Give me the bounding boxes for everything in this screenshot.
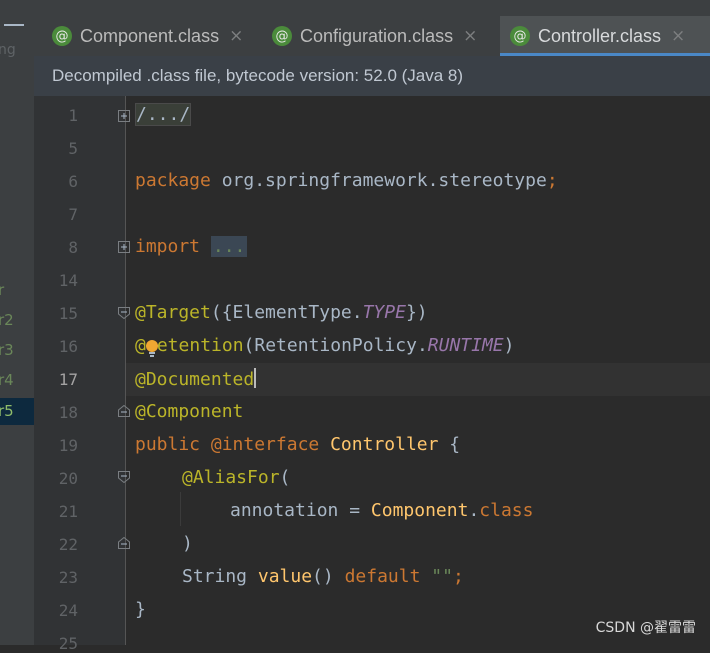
intention-bulb-icon[interactable] xyxy=(145,339,159,359)
folded-imports[interactable]: ... xyxy=(210,236,248,257)
code-text: ) xyxy=(182,533,193,554)
line-number: 19 xyxy=(58,436,78,455)
line-number: 15 xyxy=(58,304,78,323)
line-number: 20 xyxy=(58,469,78,488)
class-name: Component xyxy=(370,500,469,521)
code-line[interactable]: String value() default ""; xyxy=(182,566,464,587)
fold-expand-icon[interactable] xyxy=(118,110,130,122)
enum-constant: RUNTIME xyxy=(427,335,504,356)
code-line[interactable]: ) xyxy=(182,533,193,554)
project-tree-item[interactable]: r xyxy=(0,281,4,299)
line-number: 14 xyxy=(58,271,78,290)
code-line[interactable]: import ... xyxy=(135,236,248,257)
keyword: class xyxy=(479,500,534,521)
code-text: () xyxy=(312,566,345,587)
tab-label: Component.class xyxy=(80,25,220,46)
line-number: 16 xyxy=(58,337,78,356)
tab-label: Configuration.class xyxy=(300,25,454,46)
close-icon[interactable]: × xyxy=(463,26,477,46)
project-tree-item-selected[interactable]: r5 xyxy=(0,398,34,425)
fold-end-icon[interactable] xyxy=(118,405,130,417)
line-number: 23 xyxy=(58,568,78,587)
line-number: 22 xyxy=(58,535,78,554)
code-line[interactable]: annotation = Component.class xyxy=(230,500,533,521)
annotation-file-icon: @ xyxy=(510,26,530,46)
tab-component-class[interactable]: @ Component.class × xyxy=(40,16,270,56)
annotation: @AliasFor xyxy=(182,467,280,488)
tab-configuration-class[interactable]: @ Configuration.class × xyxy=(262,16,510,56)
project-tree-item[interactable]: r3 xyxy=(0,341,14,359)
watermark-text: CSDN @翟雷雷 xyxy=(595,620,696,636)
annotation: @Documented xyxy=(135,369,255,390)
project-panel: ng r r2 r3 r4 r5 xyxy=(0,0,34,645)
fold-start-icon[interactable] xyxy=(118,307,130,319)
tab-label: Controller.class xyxy=(538,25,662,46)
line-number: 6 xyxy=(68,172,78,191)
annotation: @Component xyxy=(135,401,244,422)
code-text: ({ElementType. xyxy=(210,302,363,323)
fold-start-icon[interactable] xyxy=(118,471,130,483)
fold-expand-icon[interactable] xyxy=(118,241,130,253)
line-number: 24 xyxy=(58,601,78,620)
text-caret xyxy=(254,368,257,388)
code-line[interactable]: @Component xyxy=(135,401,243,422)
code-text: annotation = xyxy=(230,500,371,521)
keyword: default xyxy=(344,566,421,587)
code-text: ) xyxy=(503,335,515,356)
code-text: ( xyxy=(279,467,291,488)
code-line-current[interactable]: @Documented xyxy=(135,368,257,390)
decompiled-notice-text: Decompiled .class file, bytecode version… xyxy=(52,66,464,85)
line-number-current: 17 xyxy=(58,370,78,389)
string-literal: "" xyxy=(431,566,453,587)
line-number: 1 xyxy=(68,106,78,125)
line-number: 18 xyxy=(58,403,78,422)
project-tree-item[interactable]: r2 xyxy=(0,311,14,329)
decompiled-notice-banner: Decompiled .class file, bytecode version… xyxy=(34,56,710,96)
close-icon[interactable]: × xyxy=(229,26,243,46)
project-panel-muted-text: ng xyxy=(0,42,16,58)
annotation-file-icon: @ xyxy=(272,26,292,46)
code-text: { xyxy=(438,434,461,455)
indent-guide xyxy=(180,492,181,526)
editor-tab-bar: @ Component.class × @ Configuration.clas… xyxy=(34,0,710,56)
package-name: org.springframework.stereotype xyxy=(210,170,547,191)
project-panel-header xyxy=(0,0,34,18)
type-name: Controller xyxy=(330,434,439,455)
code-line[interactable]: @Target({ElementType.TYPE}) xyxy=(135,302,428,323)
line-number: 7 xyxy=(68,205,78,224)
collapse-icon[interactable] xyxy=(4,24,24,26)
semicolon: ; xyxy=(452,566,464,587)
keyword: public xyxy=(135,434,201,455)
line-number: 8 xyxy=(68,238,78,257)
method-name: value xyxy=(257,566,313,587)
code-text: } xyxy=(135,599,146,620)
close-icon[interactable]: × xyxy=(671,26,685,46)
annotation: etention xyxy=(156,335,244,356)
code-line[interactable]: public @interface Controller { xyxy=(135,434,460,455)
annotation: @Target xyxy=(135,302,211,323)
folded-header-comment[interactable]: /.../ xyxy=(135,103,192,126)
semicolon: ; xyxy=(546,170,558,191)
keyword: import xyxy=(135,236,201,257)
code-text: . xyxy=(468,500,480,521)
line-number: 21 xyxy=(58,502,78,521)
line-number: 5 xyxy=(68,139,78,158)
project-tree-item[interactable]: r4 xyxy=(0,371,14,389)
code-line[interactable]: } xyxy=(135,599,146,620)
code-line[interactable]: @AliasFor( xyxy=(182,467,290,488)
code-line[interactable]: package org.springframework.stereotype; xyxy=(135,170,558,191)
line-number: 25 xyxy=(58,634,78,653)
keyword: @interface xyxy=(210,434,320,455)
code-text: (RetentionPolicy. xyxy=(243,335,428,356)
tab-controller-class[interactable]: @ Controller.class × xyxy=(500,16,710,56)
annotation-file-icon: @ xyxy=(52,26,72,46)
code-line[interactable]: /.../ xyxy=(135,103,192,126)
enum-constant: TYPE xyxy=(362,302,406,323)
code-line[interactable]: @ etention(RetentionPolicy.RUNTIME) xyxy=(135,335,514,356)
fold-end-icon[interactable] xyxy=(118,537,130,549)
code-text: }) xyxy=(405,302,428,323)
type-name: String xyxy=(182,566,258,587)
gutter-divider xyxy=(125,96,126,645)
keyword: package xyxy=(135,170,211,191)
